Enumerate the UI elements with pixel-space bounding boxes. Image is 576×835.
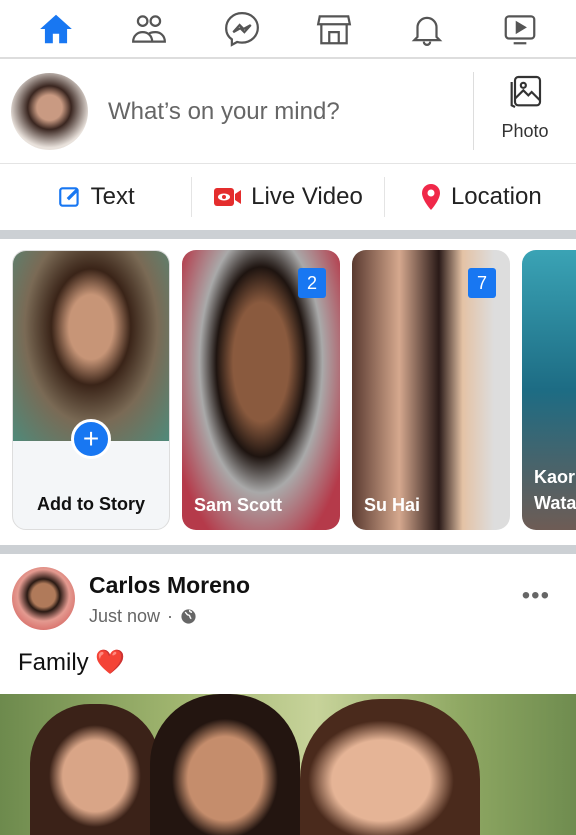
story-name: Kaori Wata [534, 467, 576, 513]
stories-tray: + Add to Story 2 Sam Scott 7 Su Hai Kaor… [0, 239, 576, 545]
add-story-card[interactable]: + Add to Story [12, 250, 170, 530]
photo-label: Photo [501, 121, 549, 141]
story-count-badge: 7 [468, 268, 496, 298]
user-avatar[interactable] [11, 73, 88, 150]
messenger-icon[interactable] [223, 10, 261, 48]
caption-text: Family [18, 649, 89, 676]
meta-separator: · [167, 606, 174, 626]
story-card[interactable]: 2 Sam Scott [182, 250, 340, 530]
post-caption: Family ❤️ [18, 648, 125, 677]
story-name: Su Hai [364, 495, 421, 515]
location-pin-icon [421, 184, 440, 210]
top-nav [0, 0, 576, 59]
live-video-label: Live Video [251, 183, 363, 210]
live-video-icon [214, 188, 242, 206]
story-name: Sam Scott [194, 495, 283, 515]
add-story-label: Add to Story [37, 494, 145, 514]
watch-icon[interactable] [501, 10, 539, 48]
composer-actions: Text Live Video Location [0, 165, 576, 229]
globe-icon [181, 609, 196, 624]
composer: What’s on your mind? Photo [0, 60, 576, 164]
story-photo [13, 251, 169, 441]
location-button[interactable]: Location [383, 177, 576, 217]
photo-button[interactable]: Photo [473, 72, 576, 150]
author-name[interactable]: Carlos Moreno [89, 572, 250, 599]
bell-icon[interactable] [408, 10, 446, 48]
edit-icon [58, 187, 79, 207]
more-options-button[interactable]: ••• [522, 582, 550, 610]
text-label: Text [90, 183, 135, 210]
text-button[interactable]: Text [0, 177, 191, 217]
story-card[interactable]: 7 Su Hai [352, 250, 510, 530]
friends-icon[interactable] [130, 10, 168, 48]
feed-post: Carlos Moreno Just now · ••• Family ❤️ [0, 554, 576, 835]
story-card[interactable]: Kaori Wata [522, 250, 576, 530]
photo-icon [510, 75, 542, 108]
section-divider [0, 230, 576, 239]
add-story-plus-icon[interactable]: + [71, 419, 111, 459]
heart-emoji: ❤️ [95, 649, 126, 676]
section-divider [0, 545, 576, 554]
marketplace-icon[interactable] [315, 10, 353, 48]
location-label: Location [450, 183, 542, 210]
author-avatar[interactable] [12, 567, 75, 630]
post-photo[interactable] [0, 694, 576, 835]
story-count-badge: 2 [298, 268, 326, 298]
post-meta: Just now · [89, 606, 197, 627]
live-video-button[interactable]: Live Video [191, 177, 383, 217]
status-input[interactable]: What’s on your mind? [108, 98, 340, 126]
home-icon[interactable] [37, 10, 75, 48]
post-time[interactable]: Just now [89, 606, 160, 627]
